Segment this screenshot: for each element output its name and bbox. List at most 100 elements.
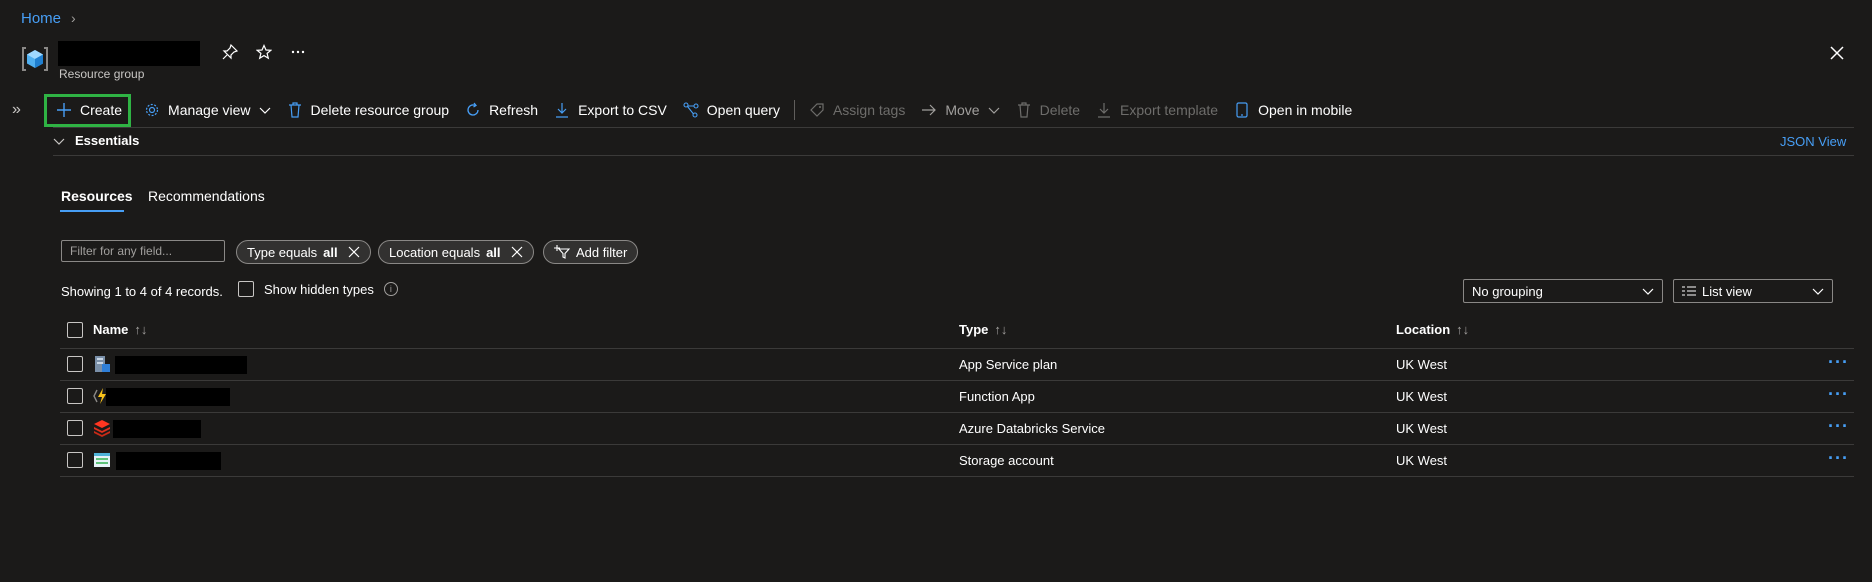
resource-location: UK West [1396,453,1448,468]
column-header-type-label: Type [959,322,989,337]
type-filter-pill[interactable]: Type equals all [236,240,371,264]
expand-menu-icon[interactable]: » [12,101,21,119]
chevron-down-icon [1812,285,1824,297]
refresh-label: Refresh [489,102,539,118]
trash-icon [287,102,303,118]
manage-view-button[interactable]: Manage view [136,95,279,125]
close-icon[interactable] [1826,42,1848,64]
row-checkbox[interactable] [67,452,83,468]
row-more-icon[interactable]: ··· [1828,448,1849,469]
add-filter-button[interactable]: Add filter [543,240,639,264]
breadcrumb-home-link[interactable]: Home [21,10,61,27]
divider [53,155,1854,156]
resource-name-redacted[interactable] [113,420,201,438]
resource-name-redacted[interactable] [106,388,230,406]
resource-name-redacted[interactable] [116,452,221,470]
pin-icon[interactable] [220,42,240,62]
show-hidden-types-label: Show hidden types [264,281,374,297]
type-filter-prefix: Type equals [247,244,318,260]
list-view-icon [1682,286,1696,296]
star-icon[interactable] [254,42,274,62]
column-header-type[interactable]: Type ↑↓ [959,322,1007,337]
view-value-wrap: List view [1682,284,1752,299]
resource-location: UK West [1396,421,1448,436]
tab-resources[interactable]: Resources [61,188,133,204]
gear-icon [144,102,160,118]
download-icon [1096,102,1112,118]
export-csv-label: Export to CSV [578,102,667,118]
delete-resource-group-button[interactable]: Delete resource group [279,95,458,125]
open-query-button[interactable]: Open query [675,95,788,125]
open-in-mobile-label: Open in mobile [1258,102,1353,118]
chevron-down-icon [988,104,1000,116]
assign-tags-button[interactable]: Assign tags [801,95,913,125]
select-all-checkbox[interactable] [67,322,83,338]
column-header-name-label: Name [93,322,129,337]
sort-icon: ↑↓ [1456,322,1470,337]
grouping-value: No grouping [1472,283,1543,299]
export-template-label: Export template [1120,102,1219,118]
filter-input[interactable] [61,240,225,262]
divider [60,380,1854,381]
row-checkbox[interactable] [67,356,83,372]
close-icon[interactable] [348,246,360,258]
column-header-name[interactable]: Name ↑↓ [93,322,147,337]
refresh-button[interactable]: Refresh [457,95,546,125]
breadcrumb: Home › [21,9,76,27]
trash-icon [1016,102,1032,118]
resource-type: Azure Databricks Service [959,421,1105,436]
resource-group-icon [20,44,50,74]
row-checkbox[interactable] [67,388,83,404]
json-view-link[interactable]: JSON View [1780,134,1846,149]
toolbar-separator [793,100,795,120]
column-header-location-label: Location [1396,322,1451,337]
divider [60,476,1854,477]
type-filter-value: all [323,244,338,260]
location-filter-pill[interactable]: Location equals all [378,240,534,264]
chevron-down-icon [53,135,65,147]
export-template-button[interactable]: Export template [1088,95,1226,125]
header-actions [220,42,308,62]
location-filter-prefix: Location equals [389,244,481,260]
resource-group-name-redacted [58,41,200,66]
refresh-icon [465,102,481,118]
active-tab-indicator [60,210,124,212]
info-icon[interactable]: i [383,282,398,296]
export-csv-button[interactable]: Export to CSV [546,95,675,125]
grouping-dropdown[interactable]: No grouping [1463,279,1663,303]
tag-icon [809,102,825,118]
view-value: List view [1702,283,1752,299]
more-options-icon[interactable] [288,42,308,62]
resource-location: UK West [1396,357,1448,372]
row-checkbox[interactable] [67,420,83,436]
resource-type: Function App [959,389,1035,404]
close-icon[interactable] [511,246,523,258]
sort-icon: ↑↓ [994,322,1008,337]
divider [60,444,1854,445]
row-more-icon[interactable]: ··· [1828,416,1849,437]
download-icon [554,102,570,118]
location-filter-value: all [486,244,501,260]
resource-name-redacted[interactable] [115,356,247,374]
row-more-icon[interactable]: ··· [1828,384,1849,405]
delete-button[interactable]: Delete [1008,95,1088,125]
mobile-icon [1234,102,1250,118]
row-more-icon[interactable]: ··· [1828,352,1849,373]
arrow-right-icon [921,102,937,118]
page-subtitle: Resource group [59,67,145,81]
show-hidden-types-checkbox[interactable] [238,281,254,297]
add-filter-label: Add filter [576,244,628,260]
view-dropdown[interactable]: List view [1673,279,1833,303]
divider [60,412,1854,413]
storage-account-icon [93,452,111,470]
tab-recommendations[interactable]: Recommendations [148,188,265,204]
essentials-toggle[interactable]: Essentials [53,133,139,148]
column-header-location[interactable]: Location ↑↓ [1396,322,1469,337]
move-button[interactable]: Move [913,95,1007,125]
sort-icon: ↑↓ [134,322,148,337]
databricks-icon [93,419,111,437]
query-icon [683,102,699,118]
open-in-mobile-button[interactable]: Open in mobile [1226,95,1360,125]
show-hidden-types[interactable]: Show hidden types i [238,281,398,297]
app-service-plan-icon [93,355,111,373]
